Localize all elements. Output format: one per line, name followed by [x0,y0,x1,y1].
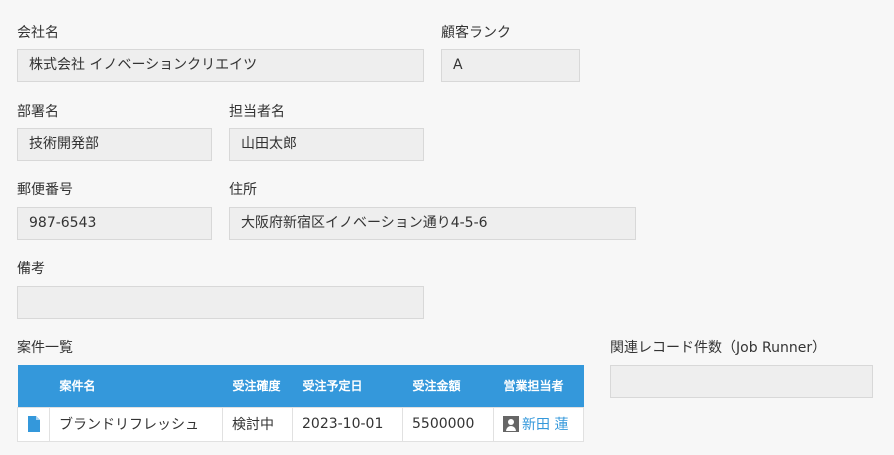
deal-status-cell: 検討中 [222,406,293,442]
notes-label: 備考 [17,261,45,277]
address-label: 住所 [229,182,257,198]
header-date: 受注予定日 [292,365,403,407]
rank-label: 顧客ランク [441,25,511,41]
file-icon[interactable] [27,416,40,432]
header-icon-col [17,365,50,407]
address-field[interactable]: 大阪府新宿区イノベーション通り4-5-6 [229,207,636,240]
company-label: 会社名 [17,25,59,41]
contact-label: 担当者名 [229,104,285,120]
header-status: 受注確度 [222,365,293,407]
header-deal-name: 案件名 [49,365,223,407]
notes-field[interactable] [17,286,424,319]
deal-amount-cell: 5500000 [402,406,494,442]
table-row: ブランドリフレッシュ 検討中 2023-10-01 5500000 新田 蓮 [17,406,584,442]
postal-field[interactable]: 987-6543 [17,207,212,240]
related-count-label: 関連レコード件数（Job Runner） [610,340,827,356]
related-count-field[interactable] [610,365,873,398]
contact-field[interactable]: 山田太郎 [229,128,424,161]
user-icon [503,416,519,432]
department-field[interactable]: 技術開発部 [17,128,212,161]
department-label: 部署名 [17,104,59,120]
postal-label: 郵便番号 [17,182,73,198]
company-field[interactable]: 株式会社 イノベーションクリエイツ [17,49,424,82]
deals-table-title: 案件一覧 [17,340,73,356]
rank-field[interactable]: A [441,49,580,82]
header-amount: 受注金額 [402,365,494,407]
deals-table: 案件名 受注確度 受注予定日 受注金額 営業担当者 ブランドリフレッシュ 検討中… [17,365,584,442]
header-owner: 営業担当者 [493,365,584,407]
owner-link[interactable]: 新田 蓮 [522,417,568,433]
deal-name-cell: ブランドリフレッシュ [49,406,223,442]
deal-owner-cell: 新田 蓮 [493,406,584,442]
deals-table-header-row: 案件名 受注確度 受注予定日 受注金額 営業担当者 [17,365,584,407]
row-icon-cell[interactable] [17,406,50,442]
deal-date-cell: 2023-10-01 [292,406,403,442]
